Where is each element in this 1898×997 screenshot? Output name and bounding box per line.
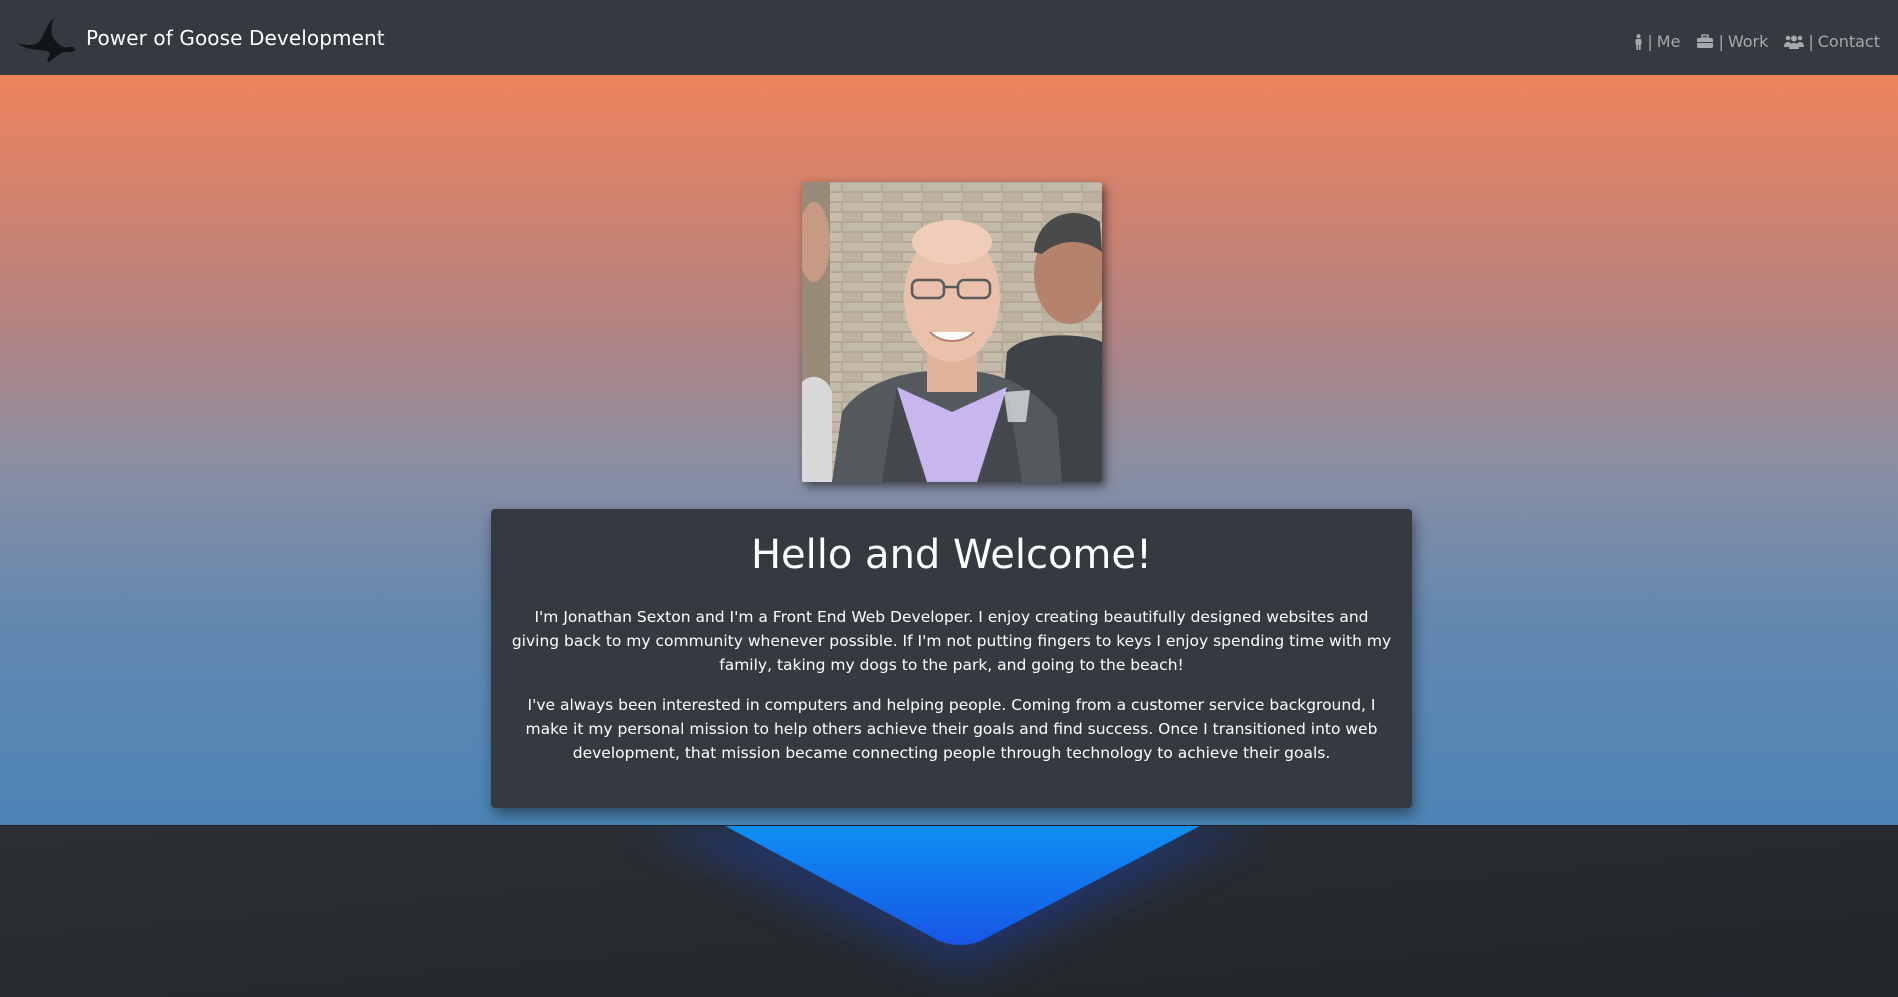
nav-link-me[interactable]: | Me bbox=[1634, 32, 1680, 51]
briefcase-icon bbox=[1697, 34, 1714, 48]
welcome-card: Hello and Welcome! I'm Jonathan Sexton a… bbox=[491, 509, 1412, 808]
person-icon bbox=[1635, 33, 1642, 50]
goose-silhouette-icon bbox=[16, 17, 76, 62]
footer-background bbox=[0, 825, 1898, 997]
nav-separator: | bbox=[1718, 32, 1724, 51]
footer-glow-graphic bbox=[0, 826, 1898, 997]
nav-link-label: Work bbox=[1727, 32, 1769, 51]
brand-name: Power of Goose Development bbox=[86, 25, 385, 50]
nav-link-work[interactable]: | Work bbox=[1696, 32, 1768, 51]
nav-separator: | bbox=[1647, 32, 1653, 51]
profile-photo-image bbox=[802, 182, 1102, 482]
nav-link-contact[interactable]: | Contact bbox=[1784, 32, 1880, 51]
welcome-heading: Hello and Welcome! bbox=[750, 532, 1153, 578]
top-navbar: Power of Goose Development | Me | Work |… bbox=[0, 0, 1898, 75]
nav-link-label: Contact bbox=[1817, 32, 1880, 51]
intro-paragraph: I'm Jonathan Sexton and I'm a Front End … bbox=[511, 608, 1392, 674]
nav-links: | Me | Work | Contact bbox=[1634, 32, 1880, 51]
profile-photo bbox=[802, 182, 1102, 482]
brand-link[interactable]: Power of Goose Development bbox=[14, 13, 385, 63]
nav-link-label: Me bbox=[1656, 32, 1681, 51]
background-paragraph: I've always been interested in computers… bbox=[525, 696, 1378, 762]
users-icon bbox=[1784, 35, 1805, 49]
nav-separator: | bbox=[1808, 32, 1814, 51]
